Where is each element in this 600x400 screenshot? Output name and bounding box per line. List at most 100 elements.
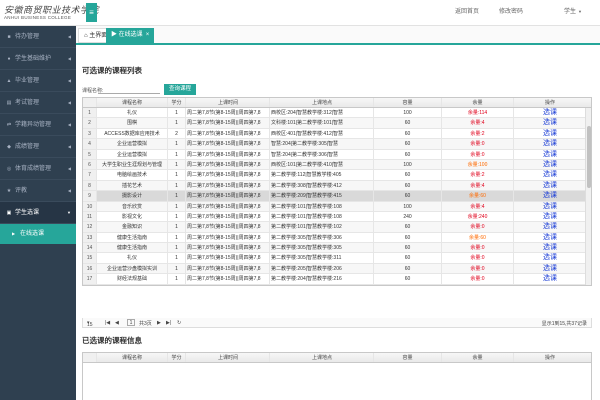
home-link[interactable]: 返回首页 xyxy=(455,6,479,15)
sidebar-subitem-online-selection[interactable]: ▶ 在线选课 xyxy=(0,224,76,244)
select-course-link[interactable]: 选课 xyxy=(514,160,586,169)
select-course-link[interactable]: 选课 xyxy=(514,129,586,138)
table-cell-credit: 1 xyxy=(168,274,186,284)
select-course-link-label[interactable]: 选课 xyxy=(543,182,557,189)
select-course-link-label[interactable]: 选课 xyxy=(543,192,557,199)
vertical-scrollbar[interactable] xyxy=(585,108,591,285)
table-cell-idx: 3 xyxy=(83,128,97,139)
sidebar-item-status-change[interactable]: ⇄ 学籍异动管理 ◀ xyxy=(0,114,76,136)
select-course-link[interactable]: 选课 xyxy=(514,150,586,159)
table-row[interactable]: 4 企业运营模拟 1 周二第7,8节(第8-15周)|周四第7,8 智慧:204|第二教… xyxy=(83,139,591,150)
sidebar-item-graduation[interactable]: ▲ 毕业管理 ◀ xyxy=(0,70,76,92)
close-icon[interactable]: × xyxy=(146,32,150,38)
select-course-link[interactable]: 选课 xyxy=(514,108,586,117)
refresh-icon[interactable]: ↻ xyxy=(177,320,181,326)
select-course-link-label[interactable]: 选课 xyxy=(543,171,557,178)
select-course-link-label[interactable]: 选课 xyxy=(543,223,557,230)
graduation-icon: ▲ xyxy=(6,78,12,84)
select-course-link[interactable]: 选课 xyxy=(514,170,586,179)
select-course-link[interactable]: 选课 xyxy=(514,118,586,127)
table-cell-time: 周二第7,8节(第8-15周)|周四第7,8 xyxy=(186,170,270,180)
table-row[interactable]: 15 礼仪 1 周二第7,8节(第8-15周)|周四第7,8 第二教学楼:305|智慧教… xyxy=(83,253,591,264)
column-header: 上课地点 xyxy=(270,353,374,362)
select-course-link[interactable]: 选课 xyxy=(514,212,586,221)
table-cell-time: 周二第7,8节(第8-15周)|周四第7,8 xyxy=(186,243,270,253)
table-cell-time: 周二第7,8节(第8-15周)|周四第7,8 xyxy=(186,274,270,284)
last-page-icon[interactable]: ▶| xyxy=(166,320,171,326)
table-cell-rest: 余量:4 xyxy=(442,180,514,191)
table-row[interactable]: 13 健康生活指南 1 周二第7,8节(第8-15周)|周四第7,8 第二教学楼:305… xyxy=(83,232,591,244)
select-course-link[interactable]: 选课 xyxy=(514,233,586,242)
user-menu[interactable]: 学生 ▼ xyxy=(564,6,582,15)
table-row[interactable]: 3 ACCESS数据库应用技术 2 周二第7,8节(第8-15周)|周四第7,8 西校区… xyxy=(83,128,591,140)
course-name-input[interactable] xyxy=(98,85,160,94)
select-course-link-label[interactable]: 选课 xyxy=(543,234,557,241)
select-course-link[interactable]: 选课 xyxy=(514,264,586,273)
table-row[interactable]: 11 影视文化 1 周二第7,8节(第8-15周)|周四第7,8 第二教学楼:101|智… xyxy=(83,211,591,223)
sport-icon: ◎ xyxy=(6,166,12,172)
select-course-link[interactable]: 选课 xyxy=(514,202,586,211)
table-cell-time: 周二第7,8节(第8-15周)|周四第7,8 xyxy=(186,128,270,139)
select-course-link[interactable]: 选课 xyxy=(514,253,586,262)
select-course-link-label[interactable]: 选课 xyxy=(543,151,557,158)
sidebar-item-pe-scores[interactable]: ◎ 体育成绩管理 ◀ xyxy=(0,158,76,180)
select-course-link-label[interactable]: 选课 xyxy=(543,161,557,168)
sidebar-item-label: 成绩管理 xyxy=(15,144,40,150)
sidebar-item-evaluation[interactable]: ★ 评教 ◀ xyxy=(0,180,76,202)
select-course-link[interactable]: 选课 xyxy=(514,139,586,148)
table-row[interactable]: 7 电脑绘画技术 1 周二第7,8节(第8-15周)|周四第7,8 第二教学楼:112|… xyxy=(83,170,591,181)
table-row[interactable]: 1 礼仪 1 周二第7,8节(第8-15周)|周四第7,8 西校区:204|智慧教学楼:… xyxy=(83,108,591,119)
table-cell-credit: 1 xyxy=(168,108,186,118)
select-course-link[interactable]: 选课 xyxy=(514,181,586,190)
sidebar-item-label: 学生基础维护 xyxy=(15,56,52,62)
select-course-link-label[interactable]: 选课 xyxy=(543,203,557,210)
chevron-left-icon: ◀ xyxy=(67,56,71,61)
table-row[interactable]: 16 企业运营沙盘模拟实训 1 周二第7,8节(第8-15周)|周四第7,8 第二教学楼… xyxy=(83,263,591,275)
prev-page-icon[interactable]: ◀ xyxy=(115,320,119,326)
table-cell-name: 音乐欣赏 xyxy=(97,201,168,211)
page-size-select[interactable]: 15 ▾ xyxy=(87,320,93,328)
select-course-link-label[interactable]: 选课 xyxy=(543,213,557,220)
first-page-icon[interactable]: |◀ xyxy=(105,320,110,326)
sidebar-item-exam[interactable]: ▤ 考试管理 ◀ xyxy=(0,92,76,114)
sidebar-item-student-info[interactable]: ● 学生基础维护 ◀ xyxy=(0,48,76,70)
change-password-link[interactable]: 修改密码 xyxy=(499,6,523,15)
table-cell-rest: 余量:0 xyxy=(442,274,514,284)
sidebar-item-todo[interactable]: ■ 待办管理 ◀ xyxy=(0,26,76,48)
page-number-input[interactable]: 1 xyxy=(127,319,135,326)
table-row[interactable]: 2 围棋 1 周二第7,8节(第8-15周)|周四第7,8 文科楼:101|第二教学楼:… xyxy=(83,118,591,129)
table-cell-rest: 余量:0 xyxy=(442,263,514,274)
hamburger-icon[interactable]: ≡ xyxy=(86,3,97,22)
table-row[interactable]: 14 健康生活指南 1 周二第7,8节(第8-15周)|周四第7,8 第二教学楼:305… xyxy=(83,243,591,254)
table-cell-cap: 60 xyxy=(374,243,442,253)
table-row[interactable]: 6 大学生职业生涯规划与管理 1 周二第7,8节(第8-15周)|周四第7,8 西校区:… xyxy=(83,159,591,171)
select-course-link-label[interactable]: 选课 xyxy=(543,254,557,261)
tab-label: 主界面 xyxy=(89,33,108,39)
select-course-link[interactable]: 选课 xyxy=(514,222,586,231)
select-course-link[interactable]: 选课 xyxy=(514,274,586,283)
scrollbar-thumb[interactable] xyxy=(587,126,591,188)
select-course-link-label[interactable]: 选课 xyxy=(543,275,557,282)
table-row[interactable]: 10 音乐欣赏 1 周二第7,8节(第8-15周)|周四第7,8 第二教学楼:101|智… xyxy=(83,201,591,212)
score-icon: ◆ xyxy=(7,144,11,150)
select-course-link-label[interactable]: 选课 xyxy=(543,109,557,116)
table-row[interactable]: 17 财经法规基础 1 周二第7,8节(第8-15周)|周四第7,8 第二教学楼:204… xyxy=(83,274,591,285)
select-course-link-label[interactable]: 选课 xyxy=(543,265,557,272)
select-course-link[interactable]: 选课 xyxy=(514,243,586,252)
search-course-button[interactable]: 查询课程 xyxy=(164,84,196,95)
table-row[interactable]: 5 企业运营模拟 1 周二第7,8节(第8-15周)|周四第7,8 智慧:204|第二教… xyxy=(83,149,591,160)
table-body: 1 礼仪 1 周二第7,8节(第8-15周)|周四第7,8 西校区:204|智慧教学楼:… xyxy=(83,108,591,285)
tab-online-selection[interactable]: ▶ 在线选课 × xyxy=(106,28,155,43)
select-course-link[interactable]: 选课 xyxy=(514,191,586,200)
select-course-link-label[interactable]: 选课 xyxy=(543,140,557,147)
table-row[interactable]: 12 金融知识 1 周二第7,8节(第8-15周)|周四第7,8 第二教学楼:101|智… xyxy=(83,222,591,233)
select-course-link-label[interactable]: 选课 xyxy=(543,244,557,251)
sidebar-item-scores[interactable]: ◆ 成绩管理 ◀ xyxy=(0,136,76,158)
next-page-icon[interactable]: ▶ xyxy=(157,320,161,326)
select-course-link-label[interactable]: 选课 xyxy=(543,130,557,137)
sidebar-item-course-selection[interactable]: ▣ 学生选课 ▼ xyxy=(0,202,76,224)
select-course-link-label[interactable]: 选课 xyxy=(543,119,557,126)
table-row[interactable]: 9 摄影设计 1 周二第7,8节(第8-15周)|周四第7,8 第二教学楼:209|智慧… xyxy=(83,191,591,202)
table-cell-time: 周二第7,8节(第8-15周)|周四第7,8 xyxy=(186,201,270,211)
table-row[interactable]: 8 插花艺术 1 周二第7,8节(第8-15周)|周四第7,8 第二教学楼:308|智慧… xyxy=(83,180,591,192)
